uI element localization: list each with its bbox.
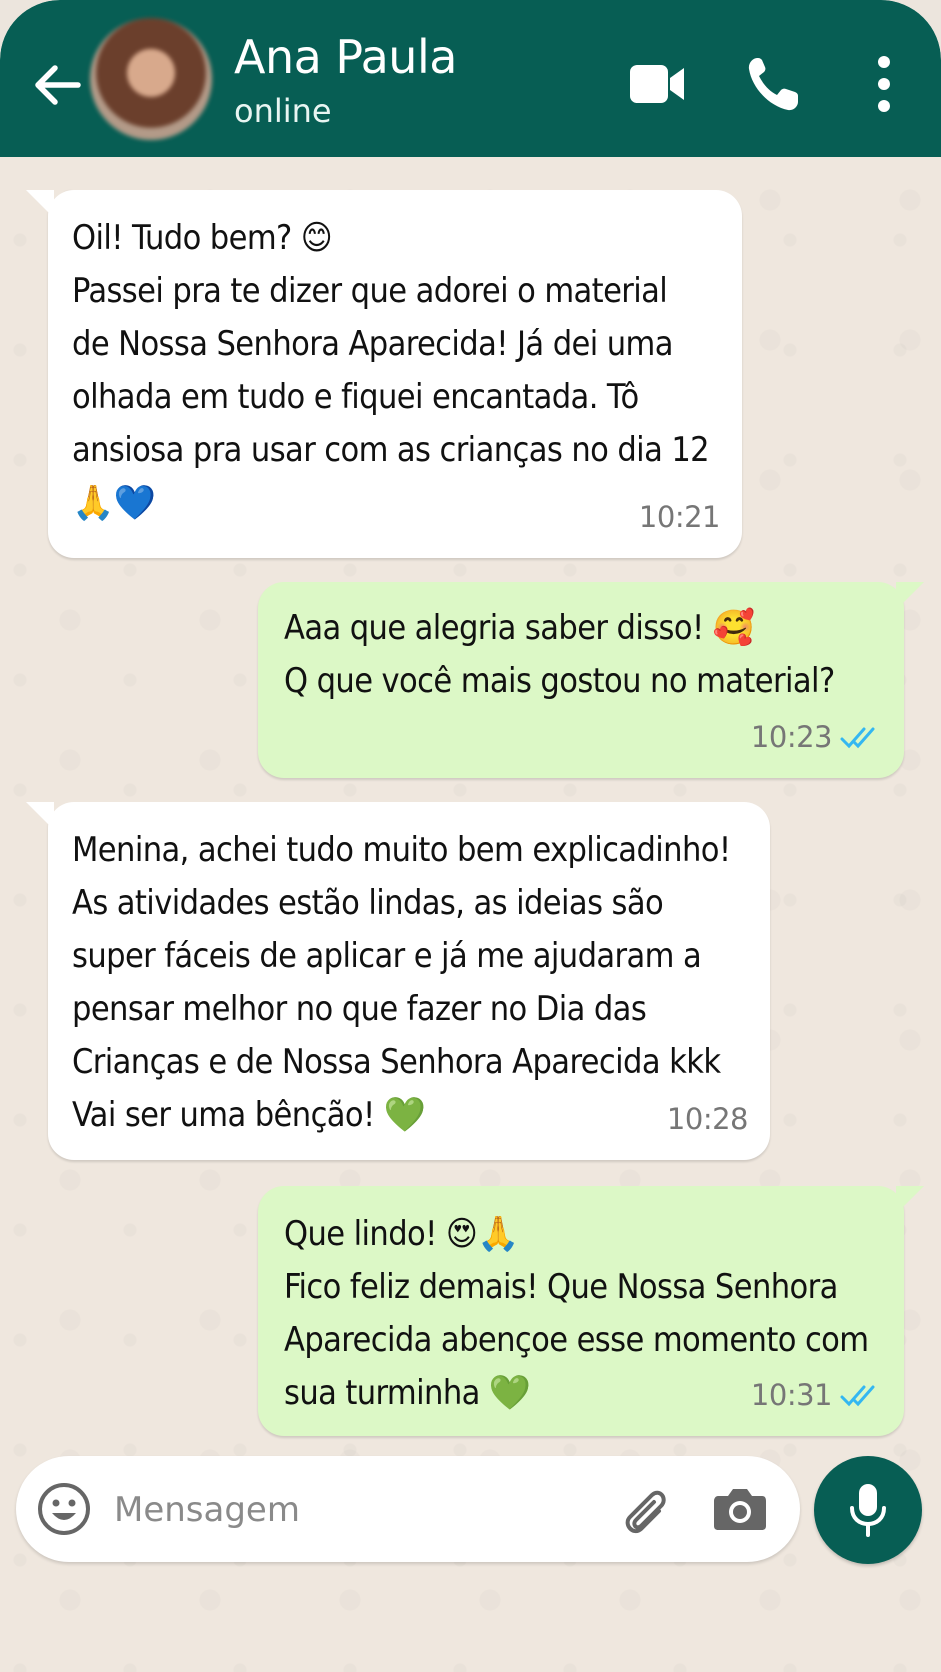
message-input[interactable] — [112, 1482, 536, 1538]
video-call-icon[interactable] — [628, 58, 686, 110]
message-composer — [16, 1456, 800, 1562]
message-meta: 10:31 — [751, 1369, 882, 1422]
message-bubble-incoming[interactable]: Menina, achei tudo muito bem explicadinh… — [26, 802, 770, 1160]
microphone-icon — [850, 1484, 886, 1537]
contact-status: online — [234, 92, 332, 130]
more-options-icon[interactable] — [870, 52, 898, 116]
message-time: 10:28 — [666, 1102, 749, 1136]
message-bubble-outgoing[interactable]: Aaa que alegria saber disso! 🥰 Q que voc… — [258, 582, 924, 778]
read-ticks-icon — [840, 727, 875, 748]
message-time: 10:31 — [750, 1378, 833, 1412]
message-bubble-incoming[interactable]: Oil! Tudo bem? 😊 Passei pra te dizer que… — [26, 190, 742, 558]
phone-call-icon[interactable] — [745, 54, 801, 114]
emoji-icon[interactable] — [36, 1481, 92, 1537]
message-bubble-outgoing[interactable]: Que lindo! 😍🙏 Fico feliz demais! Que Nos… — [258, 1186, 924, 1436]
message-meta: 10:28 — [666, 1093, 749, 1146]
message-time: 10:23 — [750, 720, 833, 754]
message-meta: 10:21 — [638, 491, 721, 544]
voice-record-button[interactable] — [814, 1456, 922, 1564]
avatar[interactable] — [90, 18, 212, 140]
message-text: Menina, achei tudo muito bem explicadinh… — [72, 830, 731, 1135]
attach-icon[interactable] — [616, 1480, 672, 1540]
read-ticks-icon — [840, 1385, 875, 1406]
message-text: Oil! Tudo bem? 😊 Passei pra te dizer que… — [72, 218, 710, 523]
message-text: Aaa que alegria saber disso! 🥰 Q que voc… — [284, 608, 835, 701]
contact-name[interactable]: Ana Paula — [234, 30, 457, 84]
message-meta: 10:23 — [751, 711, 882, 764]
back-arrow-icon[interactable] — [30, 58, 84, 112]
message-time: 10:21 — [638, 500, 721, 534]
chat-screen: Ana Paula online Oil! Tudo bem? 😊 Passei… — [0, 0, 941, 1672]
camera-icon[interactable] — [712, 1484, 768, 1534]
chat-header: Ana Paula online — [0, 0, 941, 157]
